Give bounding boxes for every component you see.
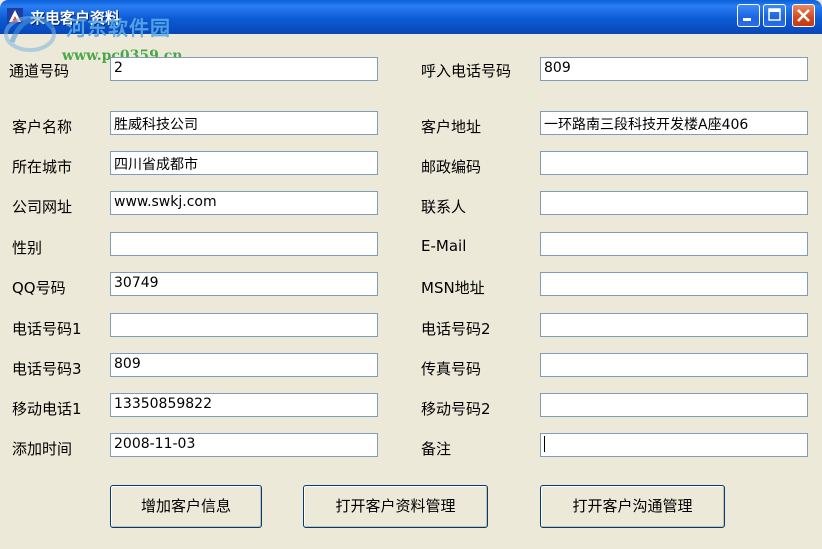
website-field[interactable]: www.swkj.com bbox=[110, 191, 378, 215]
watermark-text: 河东软件园 bbox=[66, 16, 171, 40]
minimize-button[interactable] bbox=[737, 4, 760, 27]
postcode-field[interactable] bbox=[540, 151, 808, 175]
msn-field[interactable] bbox=[540, 272, 808, 296]
label-postcode: 邮政编码 bbox=[421, 158, 482, 176]
label-contact: 联系人 bbox=[421, 198, 467, 216]
label-customer-name: 客户名称 bbox=[12, 118, 73, 136]
phone3-field[interactable]: 809 bbox=[110, 353, 378, 377]
label-address: 客户地址 bbox=[421, 118, 482, 136]
minimize-icon bbox=[743, 18, 751, 21]
watermark-logo bbox=[4, 16, 56, 52]
gender-field[interactable] bbox=[110, 232, 378, 256]
fax-field[interactable] bbox=[540, 353, 808, 377]
label-msn: MSN地址 bbox=[421, 279, 485, 297]
label-mobile1: 移动电话1 bbox=[12, 400, 82, 418]
contact-field[interactable] bbox=[540, 191, 808, 215]
text-cursor bbox=[544, 436, 545, 452]
maximize-button[interactable] bbox=[763, 4, 786, 27]
mobile2-field[interactable] bbox=[540, 393, 808, 417]
qq-field[interactable]: 30749 bbox=[110, 272, 378, 296]
open-customer-data-button[interactable]: 打开客户资料管理 bbox=[303, 485, 488, 528]
label-gender: 性别 bbox=[12, 239, 43, 257]
label-channel-number: 通道号码 bbox=[9, 62, 70, 80]
label-remark: 备注 bbox=[421, 440, 452, 458]
add-time-field[interactable]: 2008-11-03 bbox=[110, 433, 378, 457]
incoming-number-field[interactable]: 809 bbox=[540, 57, 808, 81]
address-field[interactable]: 一环路南三段科技开发楼A座406 bbox=[540, 111, 808, 135]
email-field[interactable] bbox=[540, 232, 808, 256]
label-city: 所在城市 bbox=[12, 158, 73, 176]
label-incoming-number: 呼入电话号码 bbox=[421, 62, 512, 80]
maximize-icon bbox=[768, 8, 781, 21]
mobile1-field[interactable]: 13350859822 bbox=[110, 393, 378, 417]
label-website: 公司网址 bbox=[12, 198, 73, 216]
open-customer-comm-button[interactable]: 打开客户沟通管理 bbox=[540, 485, 725, 528]
channel-number-field[interactable]: 2 bbox=[110, 57, 378, 81]
label-phone1: 电话号码1 bbox=[12, 320, 82, 338]
phone1-field[interactable] bbox=[110, 313, 378, 337]
phone2-field[interactable] bbox=[540, 313, 808, 337]
customer-name-field[interactable]: 胜威科技公司 bbox=[110, 111, 378, 135]
remark-field[interactable] bbox=[540, 433, 808, 457]
label-phone2: 电话号码2 bbox=[421, 320, 491, 338]
label-email: E-Mail bbox=[421, 237, 467, 255]
city-field[interactable]: 四川省成都市 bbox=[110, 151, 378, 175]
label-mobile2: 移动号码2 bbox=[421, 400, 491, 418]
label-qq: QQ号码 bbox=[12, 279, 66, 297]
close-button[interactable] bbox=[792, 4, 815, 27]
label-phone3: 电话号码3 bbox=[12, 360, 82, 378]
label-fax: 传真号码 bbox=[421, 360, 482, 378]
add-customer-button[interactable]: 增加客户信息 bbox=[110, 485, 262, 528]
close-icon bbox=[797, 9, 810, 22]
label-add-time: 添加时间 bbox=[12, 440, 73, 458]
